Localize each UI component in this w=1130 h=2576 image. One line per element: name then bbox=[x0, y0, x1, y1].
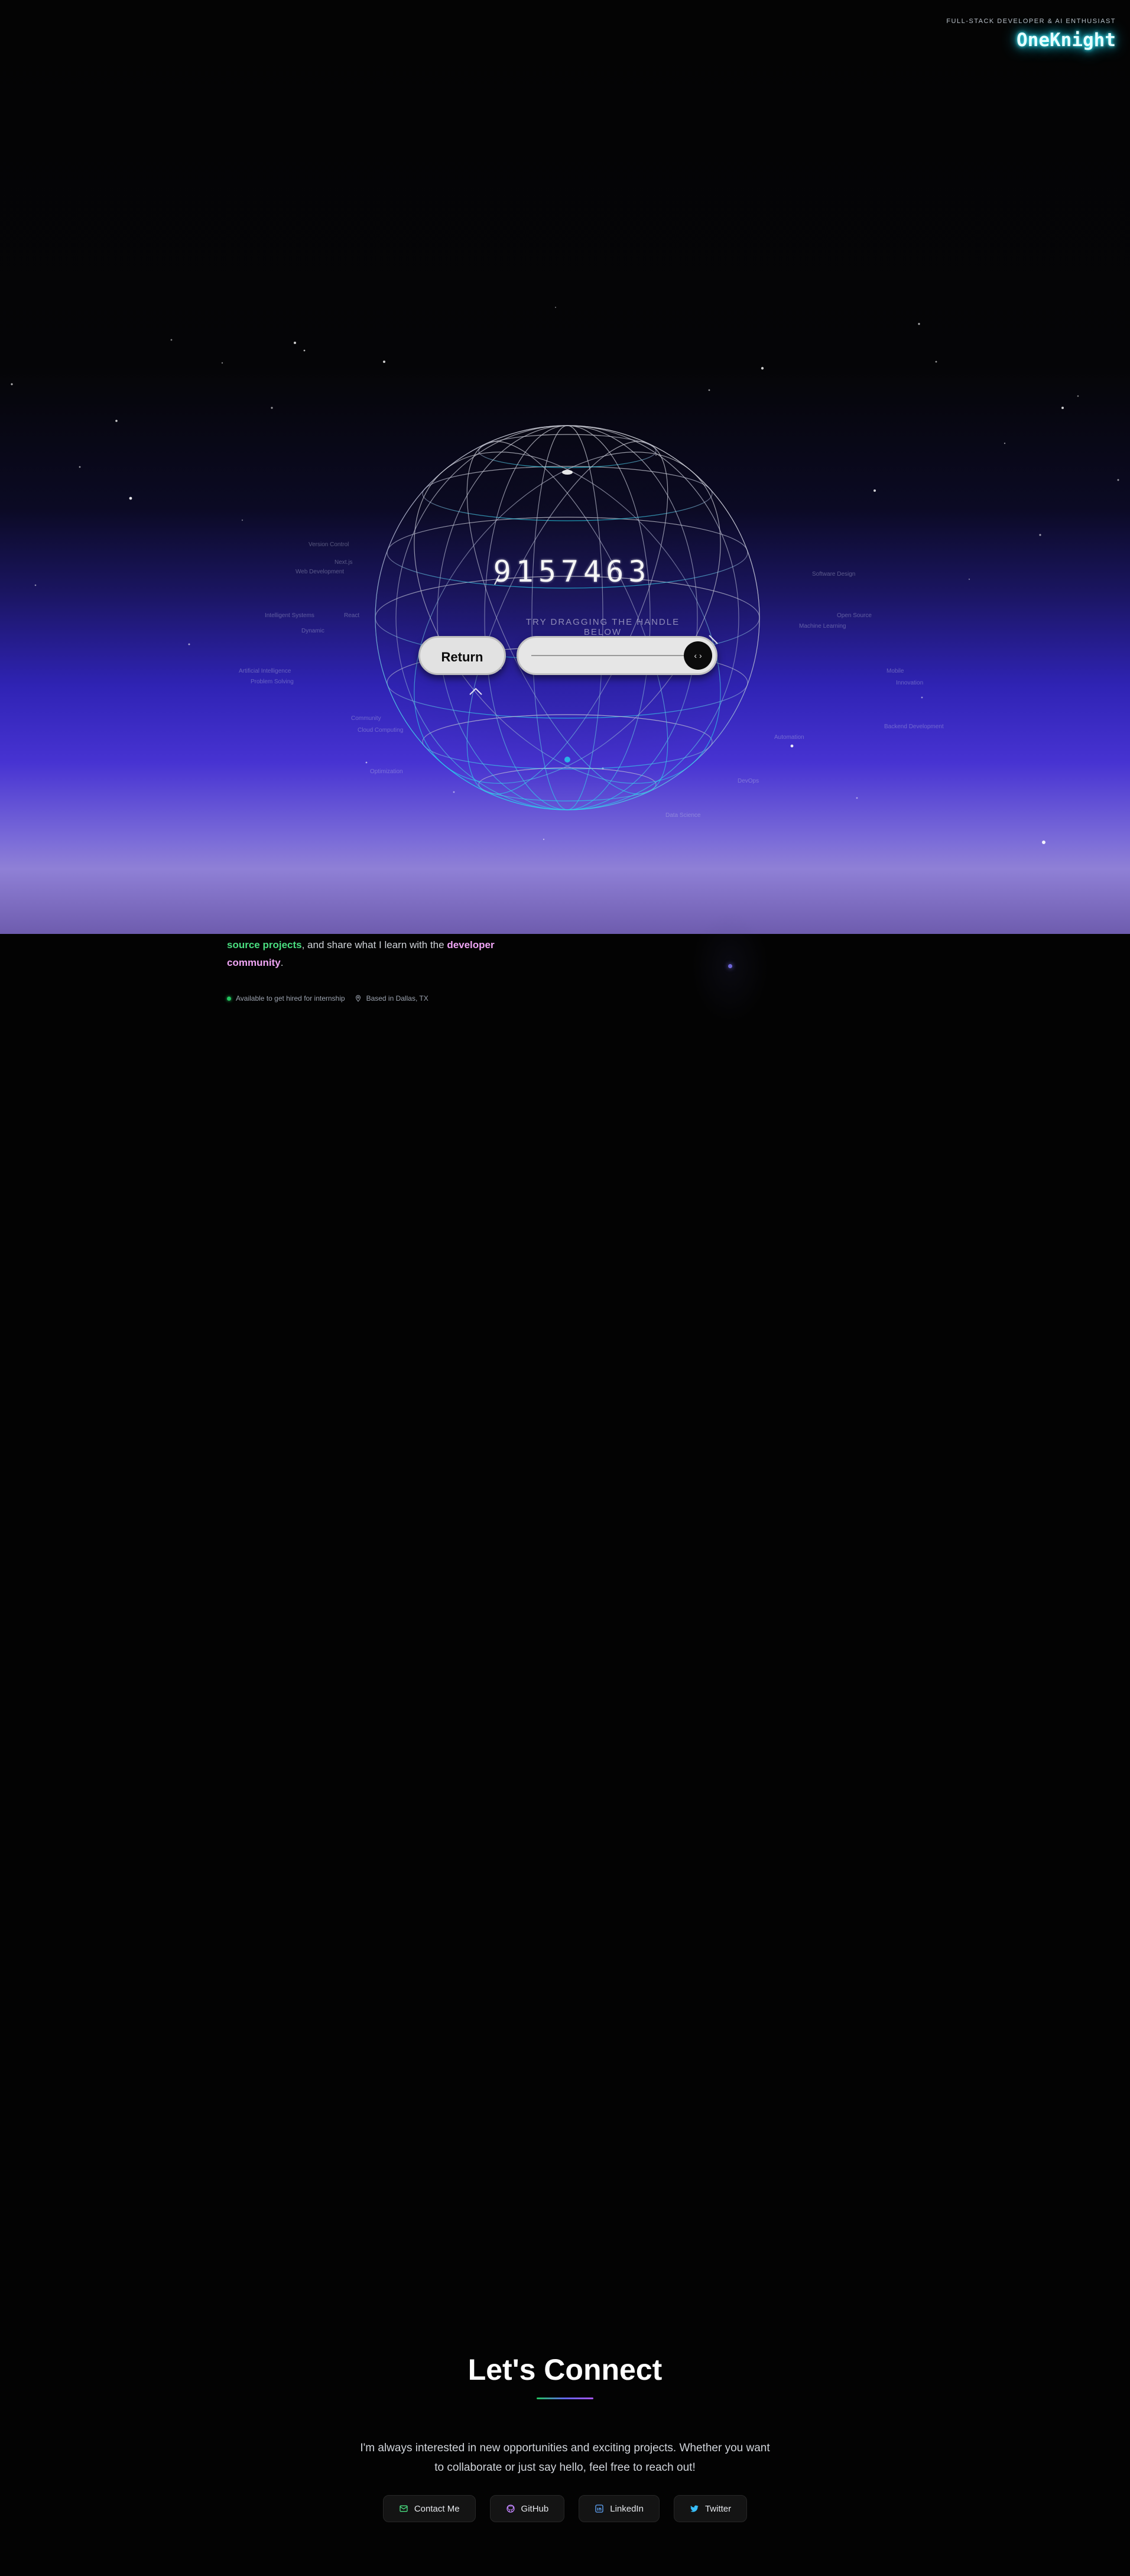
github-button[interactable]: GitHub bbox=[489, 2495, 565, 2522]
twitter-button[interactable]: Twitter bbox=[673, 2495, 748, 2522]
globe-tag: Mobile bbox=[887, 668, 904, 674]
linkedin-label: LinkedIn bbox=[610, 2503, 644, 2514]
brand-logo[interactable]: OneKnight bbox=[946, 30, 1116, 51]
globe-tag: Cloud Computing bbox=[358, 727, 404, 734]
globe-tag: Next.js bbox=[335, 559, 353, 566]
globe-tag: Innovation bbox=[896, 680, 924, 686]
about-text-end: . bbox=[280, 957, 284, 968]
globe-tag: Machine Learning bbox=[799, 623, 846, 630]
globe-tag: Automation bbox=[774, 734, 804, 741]
globe-tag: React bbox=[344, 612, 360, 619]
globe-tag: Version Control bbox=[309, 541, 349, 548]
map-pin-icon bbox=[355, 995, 361, 1002]
globe-tag: Dynamic bbox=[301, 628, 324, 634]
globe-tag: Web Development bbox=[296, 569, 345, 575]
location-text: Based in Dallas, TX bbox=[366, 994, 428, 1003]
globe-tag: DevOps bbox=[738, 778, 759, 784]
globe-tag: Backend Development bbox=[884, 724, 944, 730]
globe-tag: Problem Solving bbox=[251, 679, 294, 685]
location-info: Based in Dallas, TX bbox=[355, 994, 428, 1003]
slider-track bbox=[531, 655, 686, 656]
about-meta-row: Available to get hired for internship Ba… bbox=[227, 994, 428, 1003]
linkedin-button[interactable]: LinkedIn bbox=[579, 2495, 660, 2522]
connect-title: Let's Connect bbox=[467, 2353, 663, 2386]
contact-me-label: Contact Me bbox=[414, 2503, 460, 2514]
ambient-dot bbox=[728, 964, 732, 968]
status-dot-icon bbox=[227, 996, 231, 1001]
linkedin-icon bbox=[595, 2504, 603, 2513]
hero-section: FULL-STACK DEVELOPER & AI ENTHUSIAST One… bbox=[0, 0, 1130, 934]
github-label: GitHub bbox=[521, 2503, 549, 2514]
globe-tag: Intelligent Systems bbox=[265, 612, 314, 619]
unlock-code-display: 9157463 bbox=[493, 554, 651, 589]
about-text-segment: , and share what I learn with the bbox=[301, 939, 447, 950]
highlight-open-source: source projects bbox=[227, 939, 302, 950]
about-paragraph: source projects, and share what I learn … bbox=[227, 936, 534, 972]
connect-description: I'm always interested in new opportuniti… bbox=[360, 2442, 770, 2474]
globe-tag: Artificial Intelligence bbox=[239, 668, 291, 674]
contact-me-button[interactable]: Contact Me bbox=[382, 2495, 476, 2522]
github-icon bbox=[506, 2504, 515, 2513]
globe-tag: Community bbox=[351, 715, 381, 722]
connect-section: Let's Connect I'm always interested in n… bbox=[0, 2353, 1130, 2522]
mail-icon bbox=[400, 2505, 408, 2512]
availability-status: Available to get hired for internship bbox=[227, 994, 345, 1003]
arrows-horizontal-icon: ‹ › bbox=[694, 651, 702, 660]
slider-handle[interactable]: ‹ › bbox=[684, 641, 712, 670]
availability-text: Available to get hired for internship bbox=[236, 994, 345, 1003]
title-underline bbox=[537, 2397, 593, 2399]
globe-tag: Optimization bbox=[370, 768, 403, 775]
connect-buttons: Contact Me GitHub LinkedIn Twitter bbox=[0, 2495, 1130, 2522]
globe-tag: Data Science bbox=[665, 812, 701, 819]
twitter-label: Twitter bbox=[704, 2503, 732, 2514]
drag-slider[interactable]: ‹ › bbox=[517, 636, 717, 675]
return-button[interactable]: Return bbox=[418, 636, 506, 675]
globe-tag: Software Design bbox=[812, 571, 856, 578]
brand-header: FULL-STACK DEVELOPER & AI ENTHUSIAST One… bbox=[946, 18, 1116, 51]
drag-hint: TRY DRAGGING THE HANDLE BELOW bbox=[525, 617, 680, 637]
twitter-icon bbox=[690, 2505, 699, 2512]
brand-tagline: FULL-STACK DEVELOPER & AI ENTHUSIAST bbox=[946, 18, 1116, 25]
globe-tag: Open Source bbox=[837, 612, 872, 619]
